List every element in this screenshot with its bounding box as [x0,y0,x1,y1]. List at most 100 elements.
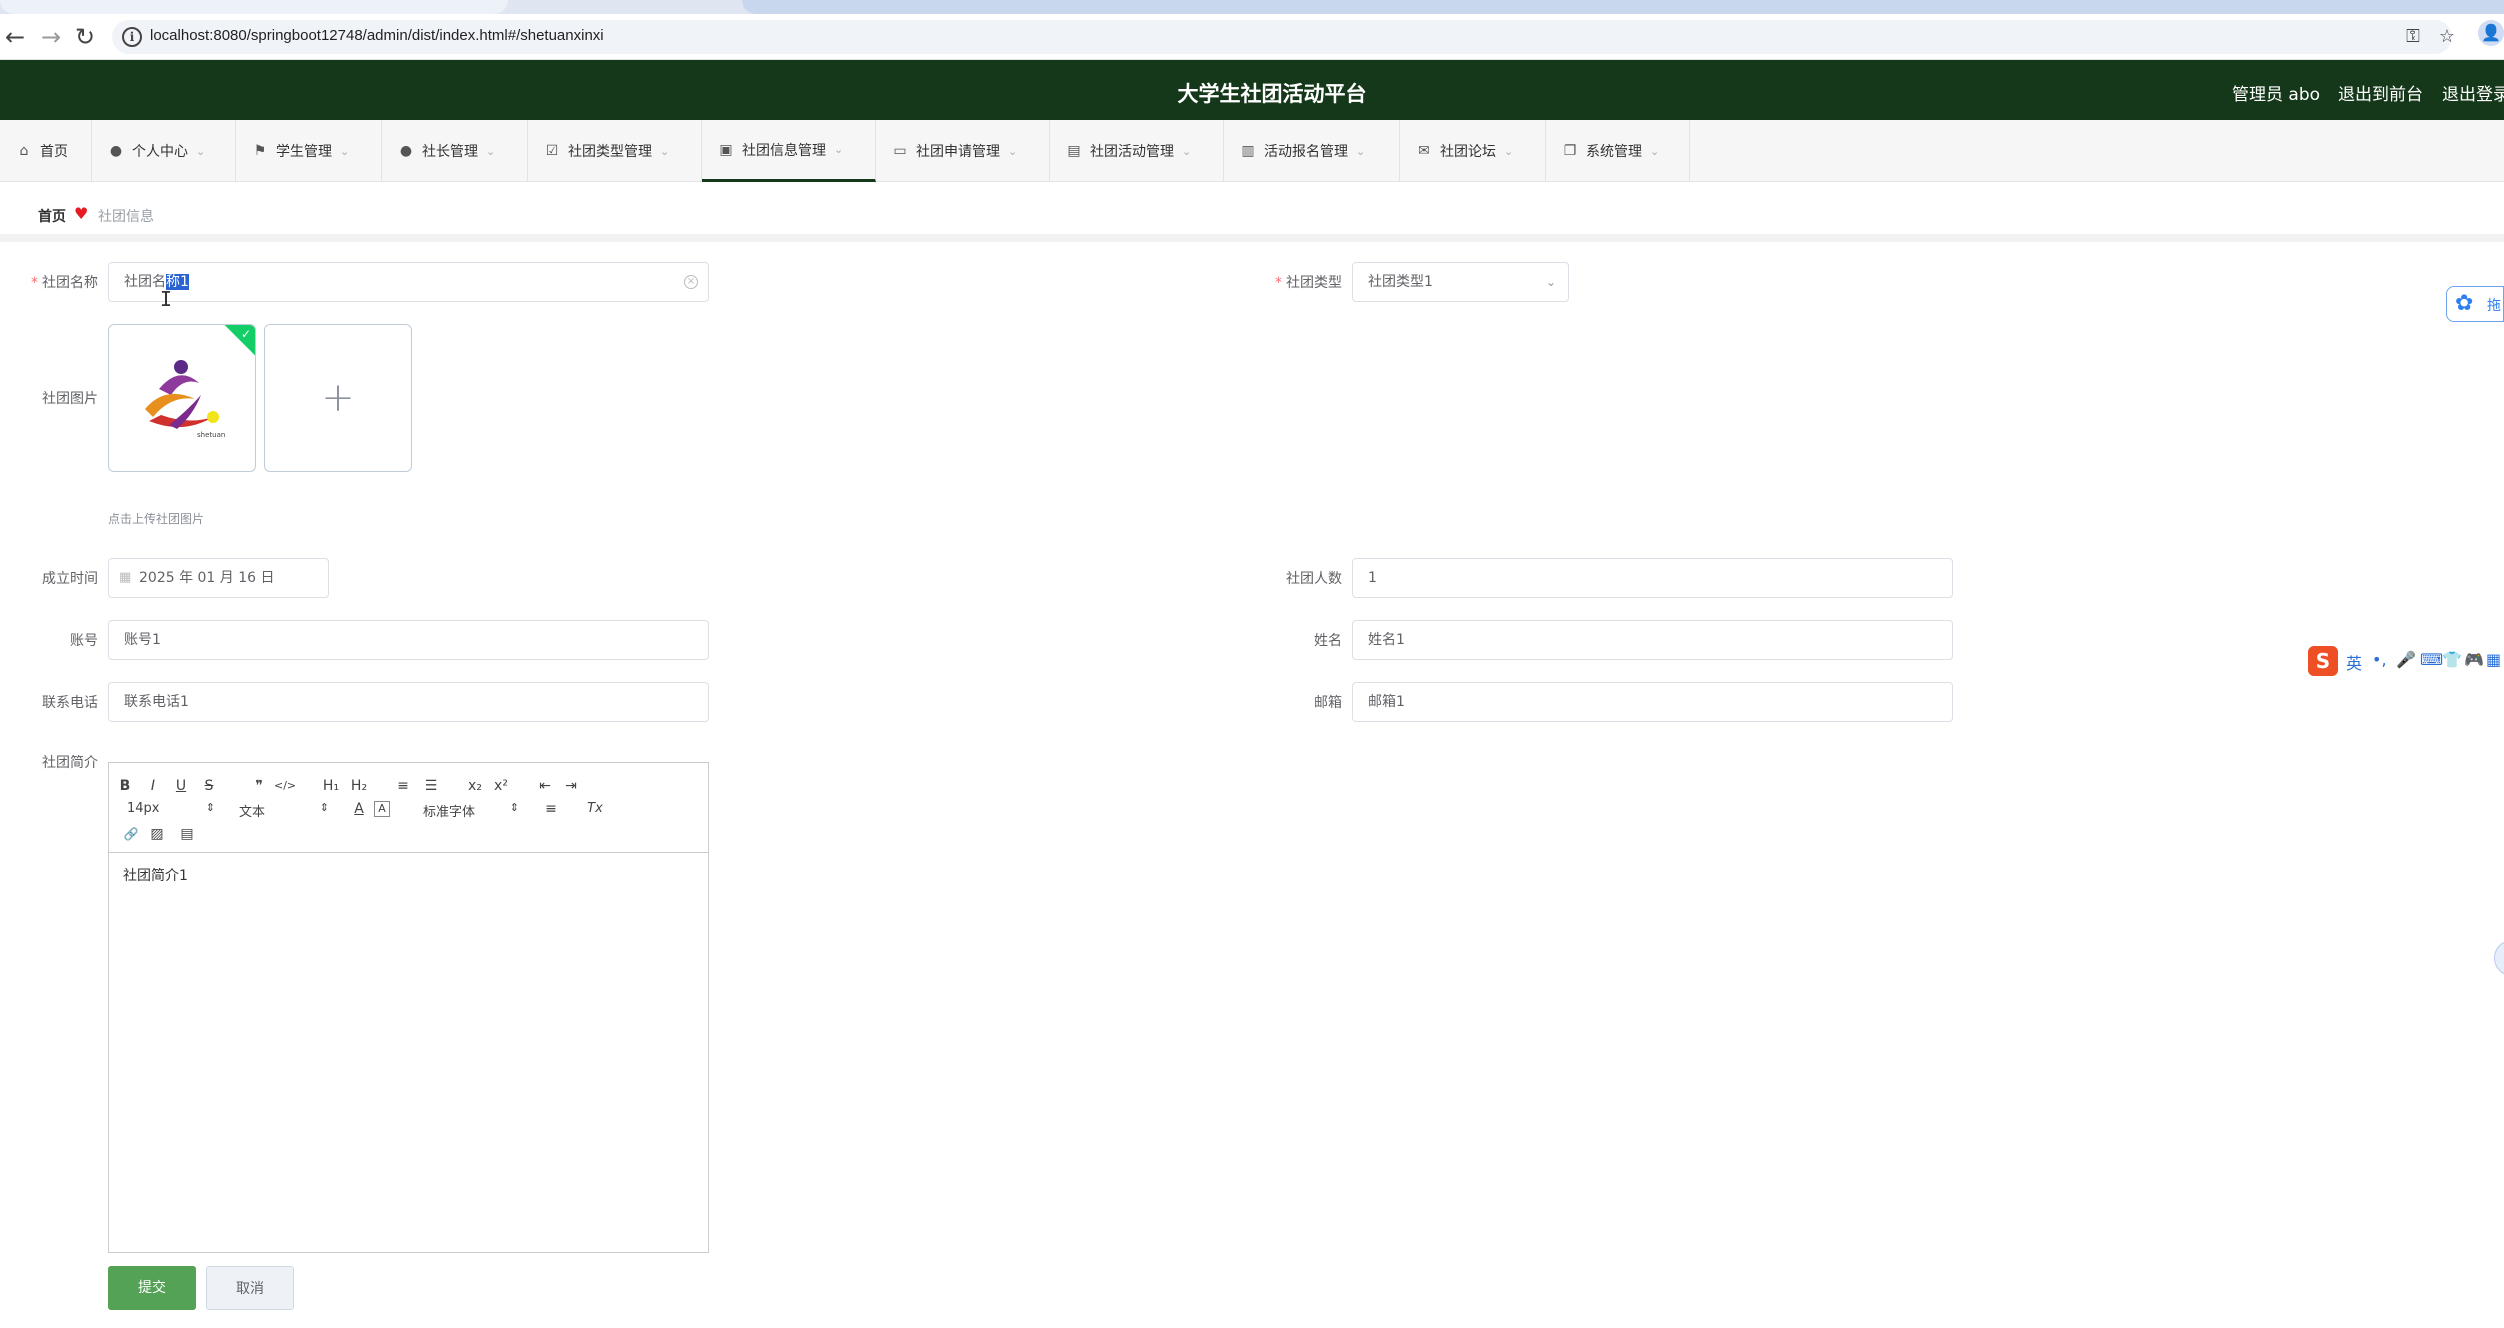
h1-icon[interactable]: H₁ [320,775,342,797]
menu-item-club-applications[interactable]: ▭ 社团申请管理 ⌄ [876,120,1050,182]
club-name-input[interactable]: 社团名称1 × [108,262,709,302]
menu-item-label: 社团活动管理 [1090,144,1174,160]
menu-item-home[interactable]: ⌂ 首页 [0,120,92,182]
game-icon[interactable]: 🎮 [2464,650,2484,669]
calendar-icon: ▦ [119,570,132,585]
image-icon[interactable]: ▨ [146,823,168,845]
plus-icon: + [321,375,355,421]
logout-link[interactable]: 退出登录 [2442,80,2504,105]
floating-assistant-button[interactable]: ✿ 拖 [2446,286,2504,322]
menu-item-presidents[interactable]: ● 社长管理 ⌄ [382,120,528,182]
apps-icon[interactable]: ▦ [2486,650,2501,669]
user-icon: ● [109,143,123,159]
founded-date-picker[interactable]: ▦ 2025 年 01 月 16 日 [108,558,329,598]
bold-icon[interactable]: B [114,775,136,797]
person-name-label: 姓名 [1314,633,1342,649]
members-input[interactable]: 1 [1352,558,1953,598]
uploaded-image-card[interactable]: shetuan ✓ [108,324,256,472]
person-name-input[interactable]: 姓名1 [1352,620,1953,660]
site-info-icon[interactable]: i [122,27,142,47]
star-icon[interactable]: ☆ [2436,26,2458,48]
breadcrumb: 首页 ♥ 社团信息 [0,196,2504,242]
font-family-picker[interactable]: 标准字体 ⇕ [423,801,519,820]
code-icon[interactable]: </> [274,775,296,797]
browser-tab-active[interactable] [742,0,2504,14]
keyboard-icon[interactable]: ⌨ [2420,650,2443,669]
font-color-icon[interactable]: A [348,798,370,820]
menu-item-forum[interactable]: ✉ 社团论坛 ⌄ [1400,120,1546,182]
link-icon[interactable]: 🔗 [120,823,142,845]
founded-date-value: 2025 年 01 月 16 日 [139,570,275,586]
outdent-icon[interactable]: ⇤ [534,775,556,797]
menu-item-club-info[interactable]: ▣ 社团信息管理 ⌄ [702,120,876,182]
editor-content[interactable]: 社团简介1 [123,865,188,885]
menu-item-personal[interactable]: ● 个人中心 ⌄ [92,120,236,182]
italic-icon[interactable]: I [142,775,164,797]
reload-icon[interactable]: ↻ [70,22,100,52]
bullet-list-icon[interactable]: ☰ [420,775,442,797]
picker-arrow-icon: ⇕ [205,801,215,814]
top-menu: ⌂ 首页 ● 个人中心 ⌄ ⚑ 学生管理 ⌄ ● 社长管理 ⌄ ☑ 社团类型管理… [0,120,2504,182]
menu-item-club-types[interactable]: ☑ 社团类型管理 ⌄ [528,120,702,182]
members-label: 社团人数 [1286,571,1342,587]
home-icon: ⌂ [19,143,29,159]
underline-icon[interactable]: U [170,775,192,797]
menu-item-label: 社团类型管理 [568,144,652,160]
account-input[interactable]: 账号1 [108,620,709,660]
header-picker[interactable]: 文本 ⇕ [239,801,329,820]
video-icon[interactable]: ▤ [176,823,198,845]
front-page-link[interactable]: 退出到前台 [2338,80,2423,105]
edge-widget[interactable] [2494,940,2504,976]
superscript-icon[interactable]: x² [490,775,512,797]
browser-tab-left[interactable] [0,0,508,14]
upload-image-button[interactable]: + [264,324,412,472]
subscript-icon[interactable]: x₂ [464,775,486,797]
chevron-down-icon: ⌄ [486,144,496,158]
browser-tab-strip [0,0,2504,14]
quote-icon[interactable]: ❞ [248,775,270,797]
club-name-label: * 社团名称 [31,275,98,291]
cancel-button[interactable]: 取消 [206,1266,294,1310]
rich-text-editor: B I U S ❞ </> H₁ H₂ ≡ ☰ x₂ x² ⇤ ⇥ 14px ⇕ … [108,762,709,1253]
email-input[interactable]: 邮箱1 [1352,682,1953,722]
forward-icon[interactable]: → [36,22,66,52]
picker-arrow-icon: ⇕ [509,801,519,814]
strike-icon[interactable]: S [198,775,220,797]
browser-address-bar: ← → ↻ i localhost:8080/springboot12748/a… [0,14,2504,60]
back-icon[interactable]: ← [0,22,30,52]
microphone-icon[interactable]: 🎤 [2396,650,2416,669]
align-icon[interactable]: ≡ [540,798,562,820]
founded-date-label: 成立时间 [42,571,98,587]
url-field[interactable]: i localhost:8080/springboot12748/admin/d… [112,20,2455,54]
submit-button[interactable]: 提交 [108,1266,196,1310]
key-icon[interactable]: ⚿ [2402,26,2424,48]
mail-icon: ✉ [1418,143,1430,159]
menu-item-club-activities[interactable]: ▤ 社团活动管理 ⌄ [1050,120,1224,182]
breadcrumb-home[interactable]: 首页 [38,206,66,226]
clear-icon[interactable]: × [684,275,698,289]
text-cursor-icon: I [160,287,173,311]
email-label: 邮箱 [1314,695,1342,711]
ordered-list-icon[interactable]: ≡ [392,775,414,797]
ime-language-toggle[interactable]: 英 [2346,650,2362,674]
font-size-picker[interactable]: 14px ⇕ [127,801,215,816]
menu-item-label: 社团论坛 [1440,144,1496,160]
ime-logo-icon[interactable]: S [2308,646,2338,676]
profile-icon[interactable]: 👤 [2478,20,2504,46]
copy-icon: ❐ [1563,143,1577,159]
logo-text: shetuan [197,431,225,439]
punctuation-icon[interactable]: •, [2372,650,2387,669]
menu-item-system[interactable]: ❐ 系统管理 ⌄ [1546,120,1690,182]
club-type-select[interactable]: 社团类型1 ⌄ [1352,262,1569,302]
check-icon: ✓ [240,327,251,341]
skin-icon[interactable]: 👕 [2442,650,2462,669]
menu-item-signups[interactable]: ▥ 活动报名管理 ⌄ [1224,120,1400,182]
menu-item-label: 活动报名管理 [1264,144,1348,160]
clear-format-icon[interactable]: Tx [584,798,606,820]
indent-icon[interactable]: ⇥ [560,775,582,797]
phone-input[interactable]: 联系电话1 [108,682,709,722]
h2-icon[interactable]: H₂ [348,775,370,797]
url-text[interactable]: localhost:8080/springboot12748/admin/dis… [150,27,604,44]
menu-item-students[interactable]: ⚑ 学生管理 ⌄ [236,120,382,182]
background-color-icon[interactable]: A [374,801,390,817]
